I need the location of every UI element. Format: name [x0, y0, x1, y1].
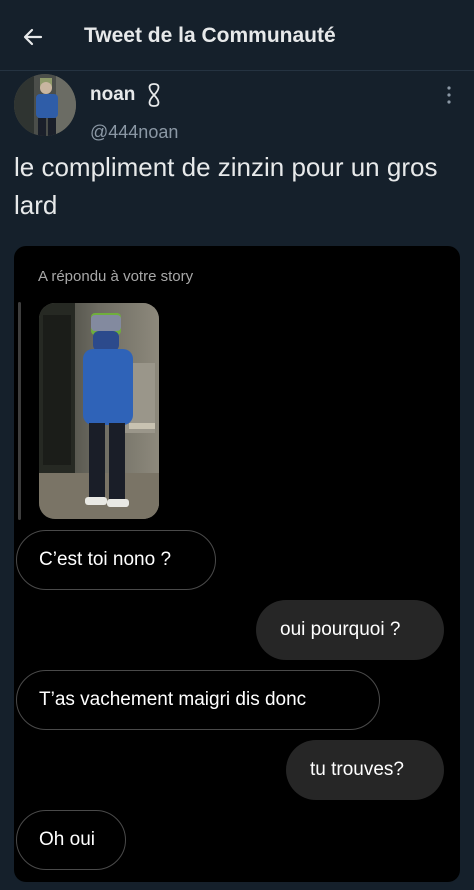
infinity-icon [148, 83, 160, 107]
message-text: oui pourquoi ? [280, 619, 401, 640]
tweet-text: le compliment de zinzin pour un gros lar… [14, 152, 438, 220]
message-text: Oh oui [39, 829, 95, 850]
message-bubble-received[interactable]: Oh oui [16, 810, 126, 870]
dm-screenshot[interactable]: A répondu à votre story C’est toi nono ?… [14, 246, 460, 882]
message-text: T’as vachement maigri dis donc [39, 689, 307, 710]
story-reply-label: A répondu à votre story [38, 268, 194, 285]
top-bar: Tweet de la Communauté [0, 0, 474, 71]
avatar[interactable] [14, 74, 76, 136]
message-bubble-sent[interactable]: tu trouves? [286, 740, 444, 800]
more-vertical-icon[interactable] [441, 84, 457, 106]
user-handle[interactable]: @444noan [90, 122, 178, 143]
message-bubble-sent[interactable]: oui pourquoi ? [256, 600, 444, 660]
message-text: tu trouves? [310, 759, 404, 780]
story-thumbnail[interactable] [39, 303, 159, 519]
message-text: C’est toi nono ? [39, 549, 172, 570]
arrow-left-icon [23, 28, 43, 46]
story-reply-bar [18, 302, 21, 520]
message-bubble-received[interactable]: C’est toi nono ? [16, 530, 216, 590]
display-name[interactable]: noan [90, 84, 135, 106]
page-title: Tweet de la Communauté [84, 24, 336, 47]
message-bubble-received[interactable]: T’as vachement maigri dis donc [16, 670, 380, 730]
back-button[interactable] [18, 22, 48, 52]
